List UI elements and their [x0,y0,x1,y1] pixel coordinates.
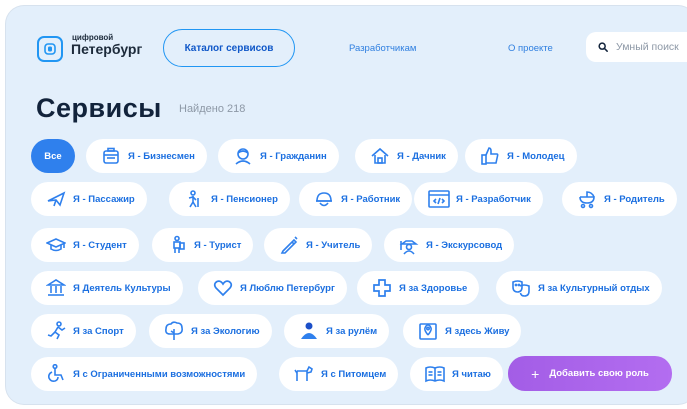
airplane-icon [45,188,67,210]
chip-label: Я - Родитель [604,193,665,205]
chip-health[interactable]: Я за Здоровье [357,271,480,305]
chip-culture-figure[interactable]: Я Деятель Культуры [31,271,183,305]
code-window-icon [428,188,450,210]
thumbs-up-icon [479,145,501,167]
results-count: Найдено 218 [179,103,246,115]
chip-parent[interactable]: Я - Родитель [562,182,677,216]
chip-label: Я - Работник [341,193,401,205]
chip-worker[interactable]: Я - Работник [299,182,413,216]
add-role-button[interactable]: + Добавить свою роль [508,356,672,391]
chip-country[interactable]: Я - Дачник [355,139,458,173]
page-title: Сервисы [36,93,162,123]
chip-label: Я - Пассажир [73,193,135,205]
chip-label: Я - Бизнесмен [128,150,195,162]
chip-cultural-leisure[interactable]: Я за Культурный отдых [496,271,662,305]
chip-label: Я с Питомцем [321,368,387,380]
chip-label: Я - Гражданин [260,150,327,162]
chip-passenger[interactable]: Я - Пассажир [31,182,147,216]
chip-label: Я за Экологию [191,325,260,337]
plus-icon: + [531,365,540,382]
dog-icon [293,363,315,385]
chip-label: Я - Студент [73,239,127,251]
chip-label: Я за Культурный отдых [538,282,650,294]
museum-icon [45,277,67,299]
chip-label: Я за рулём [326,325,378,337]
chip-label: Я Деятель Культуры [73,282,171,294]
heart-icon [212,277,234,299]
chip-disabilities[interactable]: Я с Ограниченными возможностями [31,357,258,391]
chip-label: Я - Учитель [306,239,361,251]
chip-pet[interactable]: Я с Питомцем [279,357,399,391]
medical-cross-icon [371,277,393,299]
pensioner-icon [183,188,205,210]
chip-label: Я - Пенсионер [211,193,278,205]
chip-label: Я с Ограниченными возможностями [73,368,246,380]
stroller-icon [576,188,598,210]
theatre-masks-icon [510,277,532,299]
guide-icon [398,234,420,256]
chip-label: Я читаю [452,368,491,380]
chip-label: Я - Турист [194,239,242,251]
wheelchair-icon [45,363,67,385]
chip-developer[interactable]: Я - Разработчик [414,182,543,216]
country-house-icon [369,145,391,167]
chip-label: Я Люблю Петербург [240,282,335,294]
graduation-cap-icon [45,234,67,256]
chip-label: Я - Дачник [397,150,446,162]
chip-pensioner[interactable]: Я - Пенсионер [169,182,290,216]
chip-label: Я - Молодец [507,150,565,162]
chip-love-spb[interactable]: Я Люблю Петербург [198,271,347,305]
book-icon [424,363,446,385]
app-frame: цифровой Петербург Каталог сервисов Разр… [6,6,687,404]
chip-label: Я - Экскурсовод [426,239,503,251]
tourist-icon [166,234,188,256]
chip-student[interactable]: Я - Студент [31,228,139,262]
runner-icon [45,320,67,342]
nav-about-link[interactable]: О проекте [508,43,553,54]
logo-icon[interactable] [37,36,63,62]
chip-all[interactable]: Все [31,139,75,173]
citizen-icon [232,145,254,167]
nav-developers-link[interactable]: Разработчикам [349,43,416,54]
chip-teacher[interactable]: Я - Учитель [264,228,373,262]
chip-molodets[interactable]: Я - Молодец [465,139,577,173]
chip-guide[interactable]: Я - Экскурсовод [384,228,515,262]
logo-title[interactable]: Петербург [71,41,142,57]
chip-citizen[interactable]: Я - Гражданин [218,139,339,173]
chip-sport[interactable]: Я за Спорт [31,314,136,348]
tree-icon [163,320,185,342]
briefcase-icon [100,145,122,167]
search-icon [598,42,608,52]
chip-reading[interactable]: Я читаю [410,357,503,391]
search-box[interactable] [586,32,687,62]
chip-label: Я - Разработчик [456,193,531,205]
add-role-label: Добавить свою роль [549,368,649,379]
hard-hat-icon [313,188,335,210]
map-pin-icon [417,320,439,342]
chip-driver[interactable]: Я за рулём [284,314,390,348]
search-input[interactable] [616,41,687,53]
chip-businessman[interactable]: Я - Бизнесмен [86,139,207,173]
chip-label: Я за Здоровье [399,282,468,294]
pen-icon [278,234,300,256]
driver-icon [298,320,320,342]
chip-tourist[interactable]: Я - Турист [152,228,254,262]
chip-live-here[interactable]: Я здесь Живу [403,314,522,348]
chip-label: Я здесь Живу [445,325,510,337]
chip-ecology[interactable]: Я за Экологию [149,314,272,348]
chip-label: Я за Спорт [73,325,124,337]
catalog-button[interactable]: Каталог сервисов [163,29,295,67]
